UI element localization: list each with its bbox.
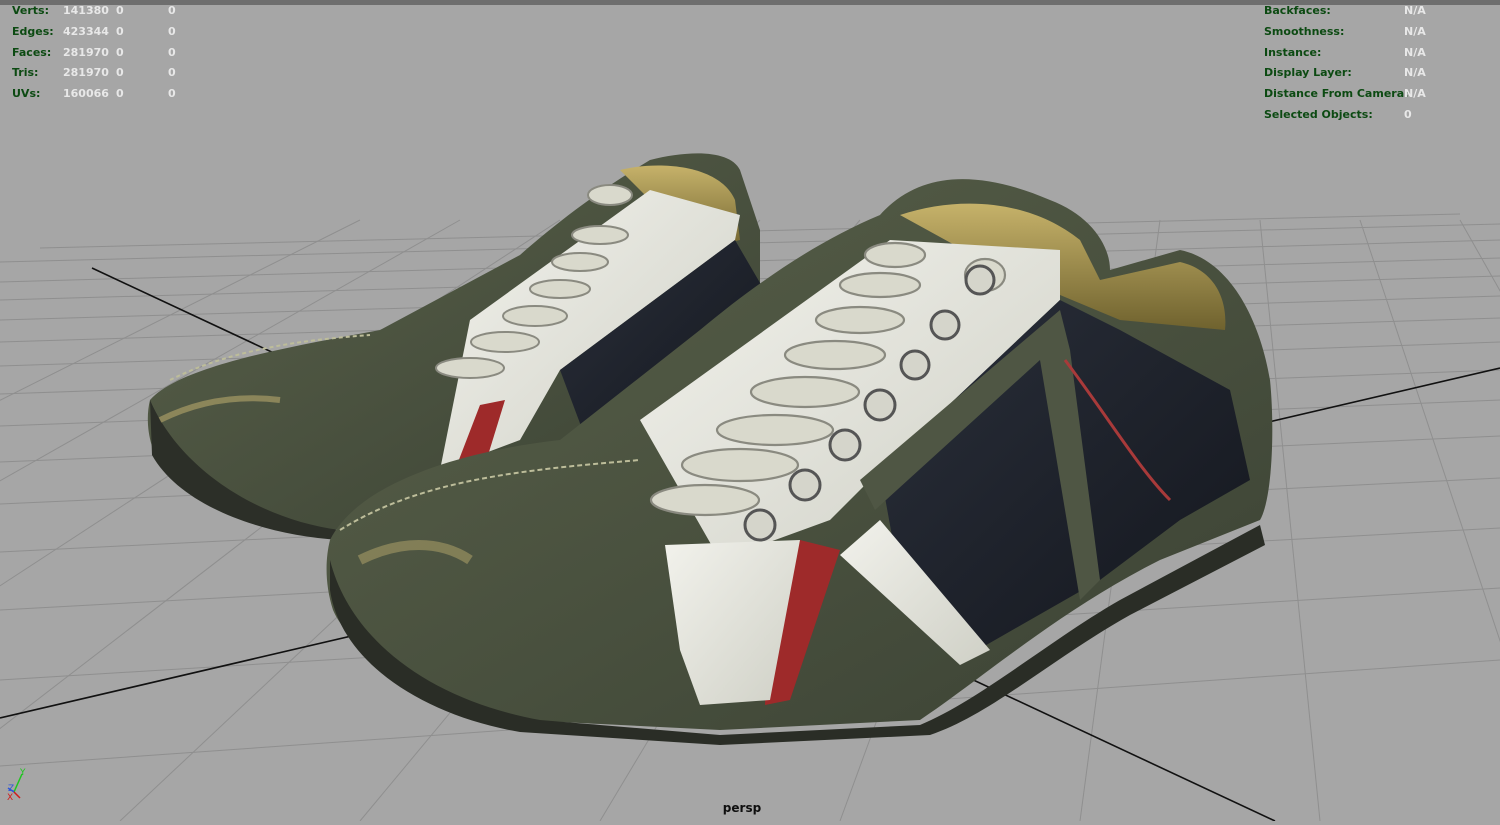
hud-value: 0 [1404, 108, 1412, 121]
hud-label: Selected Objects: [1264, 108, 1373, 121]
hud-label: Edges: [12, 25, 54, 38]
hud-value: 160066 [63, 87, 109, 100]
hud-value: 281970 [63, 46, 109, 59]
axis-gizmo: Y Z X [4, 766, 36, 806]
hud-label: Tris: [12, 66, 39, 79]
hud-value: 0 [116, 87, 124, 100]
hud-value: 281970 [63, 66, 109, 79]
object-info-hud: Backfaces: N/A Smoothness: N/A Instance:… [1264, 1, 1494, 131]
hud-label: Instance: [1264, 46, 1322, 59]
hud-label: Display Layer: [1264, 66, 1352, 79]
hud-label: Distance From Camera: [1264, 87, 1409, 100]
poly-count-hud: Verts: 141380 0 0 Edges: 423344 0 0 Face… [12, 1, 192, 111]
hud-value: N/A [1404, 46, 1426, 59]
hud-value: 0 [116, 66, 124, 79]
gizmo-x-label: X [7, 793, 13, 803]
hud-label: UVs: [12, 87, 41, 100]
hud-label: Faces: [12, 46, 52, 59]
hud-value: 0 [168, 4, 176, 17]
hud-value: 0 [168, 46, 176, 59]
hud-value: 0 [168, 25, 176, 38]
hud-value: 0 [116, 25, 124, 38]
hud-value: N/A [1404, 4, 1426, 17]
hud-value: 0 [168, 87, 176, 100]
hud-value: 0 [168, 66, 176, 79]
hud-label: Smoothness: [1264, 25, 1345, 38]
hud-label: Backfaces: [1264, 4, 1331, 17]
hud-label: Verts: [12, 4, 50, 17]
hud-value: N/A [1404, 25, 1426, 38]
hud-value: 141380 [63, 4, 109, 17]
front-shoe[interactable] [326, 179, 1273, 745]
hud-value: N/A [1404, 66, 1426, 79]
hud-value: 0 [116, 4, 124, 17]
hud-value: 0 [116, 46, 124, 59]
hud-value: N/A [1404, 87, 1426, 100]
gizmo-y-label: Y [19, 768, 26, 778]
camera-name-label: persp [722, 801, 762, 815]
hud-value: 423344 [63, 25, 109, 38]
